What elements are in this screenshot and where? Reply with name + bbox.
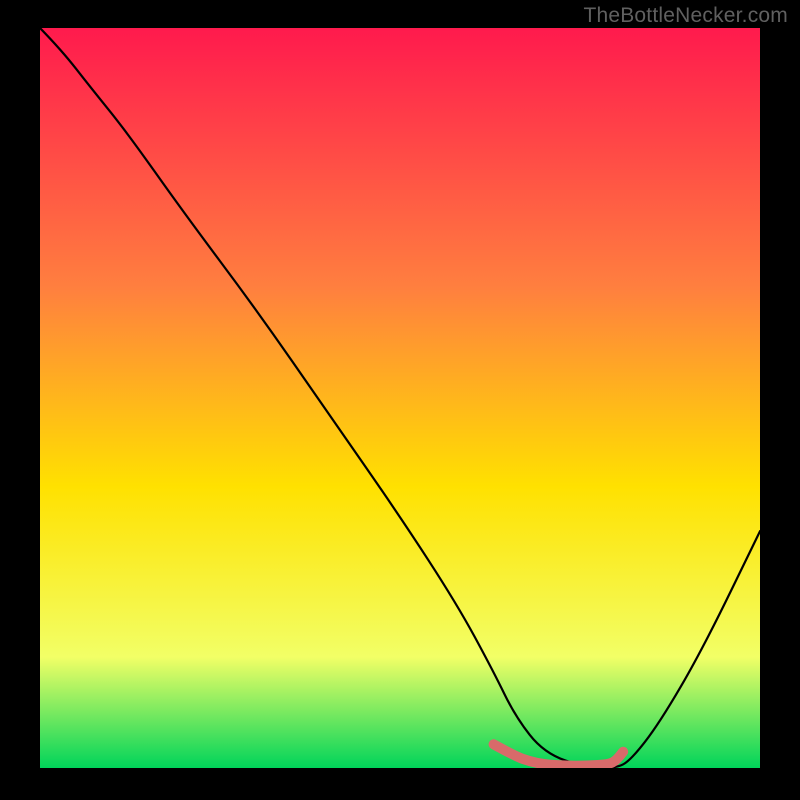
chart-svg [40,28,760,768]
chart-frame: TheBottleNecker.com [0,0,800,800]
watermark-text: TheBottleNecker.com [583,4,788,28]
gradient-background [40,28,760,768]
plot-area [40,28,760,768]
